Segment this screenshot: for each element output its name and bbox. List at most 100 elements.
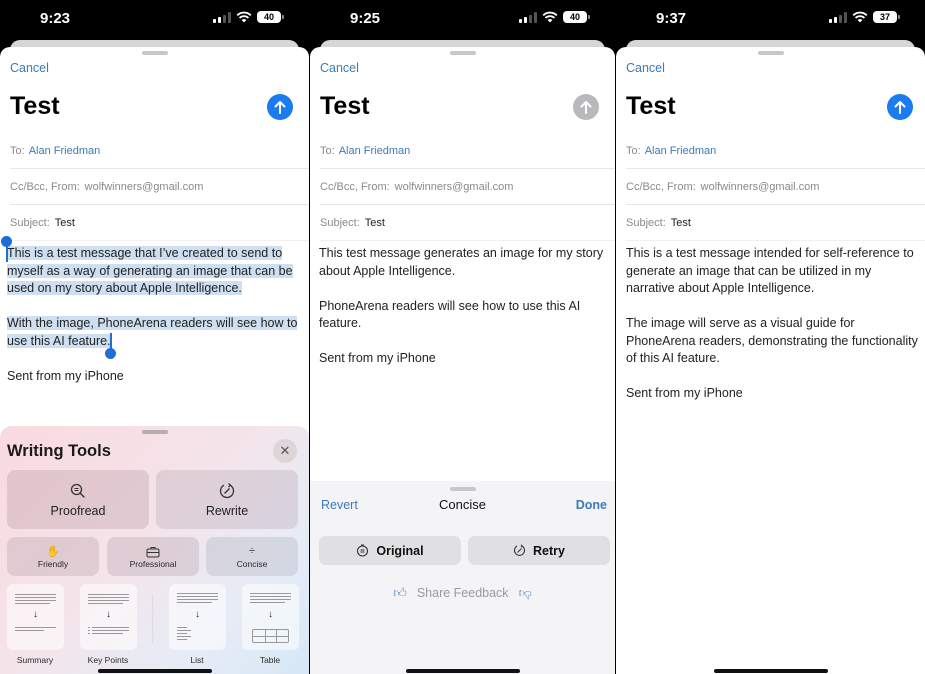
send-button[interactable] — [267, 94, 293, 120]
to-field[interactable]: To: Alan Friedman — [320, 133, 615, 169]
cc-from-field[interactable]: Cc/Bcc, From: wolfwinners@gmail.com — [10, 169, 309, 205]
key-points-label: Key Points — [87, 655, 129, 665]
original-button[interactable]: Original — [319, 536, 461, 565]
cc-from-field[interactable]: Cc/Bcc, From: wolfwinners@gmail.com — [626, 169, 925, 205]
hand-wave-icon: ✋ — [46, 545, 60, 558]
cancel-button[interactable]: Cancel — [626, 61, 665, 75]
divider — [152, 594, 153, 644]
arrow-down-icon: ↓ — [33, 609, 38, 620]
send-button[interactable] — [887, 94, 913, 120]
magnifier-icon — [70, 483, 85, 498]
done-button[interactable]: Done — [576, 498, 607, 512]
phone-screen-final-result: 9:37 37 Cancel Test To: Alan Friedman Cc… — [616, 0, 925, 674]
wifi-icon — [236, 11, 252, 23]
to-label: To: — [320, 144, 335, 157]
rewrite-button[interactable]: Rewrite — [156, 470, 298, 529]
from-address: wolfwinners@gmail.com — [700, 180, 820, 193]
send-button[interactable] — [573, 94, 599, 120]
rewrite-icon — [219, 483, 235, 499]
status-time: 9:37 — [656, 10, 687, 27]
selection-start-stem — [6, 245, 8, 262]
status-time: 9:25 — [350, 10, 381, 27]
subject-field[interactable]: Subject: Test — [10, 205, 309, 241]
home-indicator[interactable] — [97, 669, 212, 673]
arrow-down-icon: ↓ — [106, 609, 111, 620]
message-body[interactable]: This is a test message that I’ve created… — [7, 245, 301, 403]
recipient-token[interactable]: Alan Friedman — [339, 145, 411, 157]
signature: Sent from my iPhone — [626, 386, 743, 400]
selected-paragraph: With the image, PhoneArena readers will … — [7, 316, 298, 348]
status-bar: 9:25 40 — [310, 0, 615, 38]
original-label: Original — [376, 543, 424, 558]
arrow-up-icon — [894, 101, 906, 114]
thumbs-up-icon[interactable]: 👍︎ — [393, 585, 407, 601]
phone-screen-concise-result: 9:25 40 Cancel Test To: Alan Friedman Cc… — [310, 0, 615, 674]
retry-label: Retry — [533, 543, 565, 558]
retry-icon — [513, 544, 526, 556]
status-time: 9:23 — [40, 10, 71, 27]
panel-grabber[interactable] — [141, 430, 168, 434]
professional-button[interactable]: Professional — [107, 537, 199, 576]
cc-from-label: Cc/Bcc, From: — [10, 180, 80, 193]
arrow-up-icon — [580, 101, 592, 114]
cancel-button[interactable]: Cancel — [320, 61, 359, 75]
subject-label: Subject: — [626, 216, 666, 229]
battery-icon: 37 — [873, 11, 900, 23]
message-body[interactable]: This test message generates an image for… — [319, 245, 607, 385]
home-indicator[interactable] — [713, 669, 828, 673]
friendly-button[interactable]: ✋ Friendly — [7, 537, 99, 576]
wifi-icon — [852, 11, 868, 23]
cc-from-field[interactable]: Cc/Bcc, From: wolfwinners@gmail.com — [320, 169, 615, 205]
body-paragraph: This is a test message intended for self… — [626, 246, 914, 295]
body-paragraph: The image will serve as a visual guide f… — [626, 316, 918, 365]
list-card[interactable]: ↓ — [169, 584, 226, 650]
message-body[interactable]: This is a test message intended for self… — [626, 245, 921, 420]
thumbs-down-icon[interactable]: 👎︎ — [519, 585, 532, 601]
sheet-grabber[interactable] — [449, 487, 476, 491]
cellular-signal-icon — [519, 11, 537, 23]
original-icon — [357, 544, 369, 557]
rewrite-result-sheet: Revert Concise Done Original Retry 👍︎ Sh… — [310, 481, 615, 674]
subject-field[interactable]: Subject: Test — [320, 205, 615, 241]
writing-tools-panel: Writing Tools ✕ Proofread Rewrite ✋ Frie… — [0, 426, 309, 674]
table-label: Table — [259, 655, 281, 665]
cancel-button[interactable]: Cancel — [10, 61, 49, 75]
briefcase-icon — [146, 546, 160, 557]
friendly-label: Friendly — [37, 558, 69, 569]
selection-end-handle[interactable] — [105, 348, 116, 359]
sheet-grabber[interactable] — [141, 51, 168, 55]
battery-icon: 40 — [563, 11, 590, 23]
to-field[interactable]: To: Alan Friedman — [10, 133, 309, 169]
close-button[interactable]: ✕ — [273, 439, 297, 463]
retry-button[interactable]: Retry — [468, 536, 610, 565]
cc-from-label: Cc/Bcc, From: — [320, 180, 390, 193]
proofread-button[interactable]: Proofread — [7, 470, 149, 529]
compose-sheet: Cancel Test To: Alan Friedman Cc/Bcc, Fr… — [616, 47, 925, 674]
arrow-down-icon: ↓ — [195, 609, 200, 620]
rewrite-mode-title: Concise — [439, 497, 486, 512]
from-address: wolfwinners@gmail.com — [394, 180, 514, 193]
home-indicator[interactable] — [405, 669, 520, 673]
professional-label: Professional — [129, 558, 177, 569]
to-label: To: — [10, 144, 25, 157]
to-field[interactable]: To: Alan Friedman — [626, 133, 925, 169]
arrow-down-icon: ↓ — [268, 609, 273, 620]
cellular-signal-icon — [213, 11, 231, 23]
summary-card[interactable]: ↓ — [7, 584, 64, 650]
subject-field[interactable]: Subject: Test — [626, 205, 925, 241]
table-card[interactable]: ↓ — [242, 584, 299, 650]
rewrite-label: Rewrite — [205, 504, 249, 518]
phone-screen-writing-tools: 9:23 40 Cancel Test To: Alan Friedman Cc… — [0, 0, 309, 674]
sheet-grabber[interactable] — [449, 51, 476, 55]
body-paragraph: This test message generates an image for… — [319, 246, 604, 278]
recipient-token[interactable]: Alan Friedman — [645, 145, 717, 157]
concise-button[interactable]: ÷ Concise — [206, 537, 298, 576]
share-feedback-label[interactable]: Share Feedback — [417, 586, 509, 600]
recipient-token[interactable]: Alan Friedman — [29, 145, 101, 157]
signature: Sent from my iPhone — [319, 351, 436, 365]
sheet-grabber[interactable] — [757, 51, 784, 55]
table-icon — [252, 629, 289, 643]
key-points-card[interactable]: ↓ — [80, 584, 137, 650]
subject-value: Test — [54, 216, 75, 229]
subject-label: Subject: — [320, 216, 360, 229]
